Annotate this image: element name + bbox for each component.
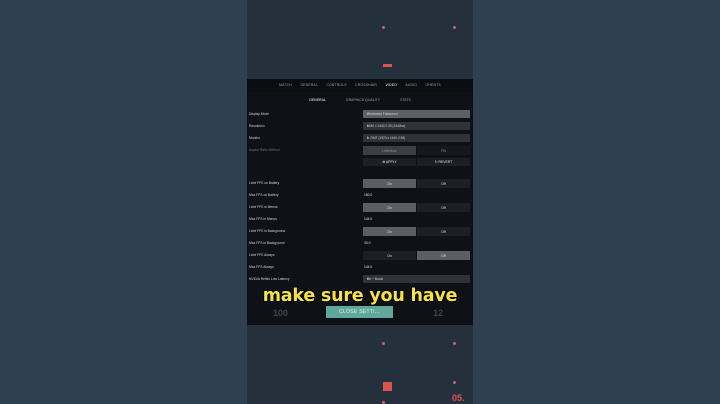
- tab-match[interactable]: MATCH: [275, 79, 296, 92]
- tab-audio[interactable]: AUDIO: [401, 79, 421, 92]
- decor-dot: [453, 26, 456, 29]
- tab-controls[interactable]: CONTROLS: [322, 79, 351, 92]
- max-fps-menus-value[interactable]: 144.0: [364, 217, 372, 221]
- apply-button[interactable]: ⊕ APPLY: [363, 157, 416, 166]
- limit-fps-battery-off[interactable]: Off: [417, 179, 470, 188]
- limit-fps-always-on[interactable]: On: [363, 251, 416, 260]
- limit-fps-menus-off[interactable]: Off: [417, 203, 470, 212]
- max-fps-battery-row: Max FPS on Battery 160.0: [247, 190, 473, 200]
- subtab-general[interactable]: GENERAL: [299, 94, 336, 106]
- limit-fps-background-off[interactable]: Off: [417, 227, 470, 236]
- decor-dot: [382, 342, 385, 345]
- limit-fps-battery-on[interactable]: On: [363, 179, 416, 188]
- display-mode-dropdown[interactable]: Windowed Fullscreen ▾: [363, 110, 470, 118]
- max-fps-always-value[interactable]: 144.0: [364, 265, 372, 269]
- close-settings-button[interactable]: CLOSE SETTI...: [326, 306, 393, 318]
- max-fps-battery-label: Max FPS on Battery: [249, 192, 279, 197]
- max-fps-always-row: Max FPS Always 144.0: [247, 262, 473, 272]
- monitor-row: Monitor 1. GMT (1920 x 1440 2:39) ▾: [247, 133, 473, 143]
- aspect-fill-option[interactable]: Fill: [417, 146, 470, 155]
- nvidia-reflex-dropdown[interactable]: On + Boost ▾: [363, 275, 470, 283]
- revert-button[interactable]: ↻ REVERT: [417, 157, 470, 166]
- sub-nav: GENERAL GRAPHICS QUALITY STATS: [247, 94, 473, 106]
- chevron-down-icon: ▾: [367, 276, 369, 281]
- left-background: [0, 0, 247, 404]
- decor-dot: [453, 342, 456, 345]
- video-caption: make sure you have: [262, 285, 458, 307]
- top-nav: MATCH GENERAL CONTROLS CROSSHAIR VIDEO A…: [247, 79, 473, 92]
- nvidia-reflex-label: NVIDIA Reflex Low Latency: [249, 276, 290, 281]
- limit-fps-battery-label: Limit FPS on Battery: [249, 180, 280, 185]
- video-frame: MATCH GENERAL CONTROLS CROSSHAIR VIDEO A…: [247, 0, 473, 404]
- display-mode-label: Display Mode: [249, 111, 269, 116]
- max-fps-battery-value[interactable]: 160.0: [364, 193, 372, 197]
- ghost-number-right: 12: [433, 308, 444, 318]
- limit-fps-always-row: Limit FPS Always On Off: [247, 250, 473, 260]
- resolution-label: Resolution: [249, 123, 265, 128]
- chevron-down-icon: ▾: [367, 135, 369, 140]
- max-fps-menus-row: Max FPS in Menus 144.0: [247, 214, 473, 224]
- tab-video[interactable]: VIDEO: [381, 79, 401, 92]
- max-fps-background-row: Max FPS in Background 30.0: [247, 238, 473, 248]
- max-fps-menus-label: Max FPS in Menus: [249, 216, 277, 221]
- limit-fps-always-off[interactable]: Off: [417, 251, 470, 260]
- aspect-ratio-label: Aspect Ratio Method: [249, 147, 280, 152]
- aspect-letterbox-option[interactable]: Letterbox: [363, 146, 416, 155]
- limit-fps-background-row: Limit FPS in Background On Off: [247, 226, 473, 236]
- limit-fps-always-label: Limit FPS Always: [249, 252, 275, 257]
- monitor-label: Monitor: [249, 135, 260, 140]
- chevron-down-icon: ▾: [367, 123, 369, 128]
- resolution-dropdown[interactable]: 1440 x 1440 2:39 (1440hz) ▾: [363, 122, 470, 130]
- display-mode-row: Display Mode Windowed Fullscreen ▾: [247, 109, 473, 119]
- limit-fps-background-label: Limit FPS in Background: [249, 228, 286, 233]
- limit-fps-menus-label: Limit FPS in Menus: [249, 204, 278, 209]
- apply-revert-row: ⊕ APPLY ↻ REVERT: [247, 157, 473, 167]
- limit-fps-menus-on[interactable]: On: [363, 203, 416, 212]
- close-settings-label: CLOSE SETTI...: [339, 309, 380, 315]
- monitor-dropdown[interactable]: 1. GMT (1920 x 1440 2:39) ▾: [363, 134, 470, 142]
- corner-number: 05.: [452, 393, 465, 403]
- limit-fps-background-on[interactable]: On: [363, 227, 416, 236]
- aspect-ratio-row: Aspect Ratio Method Letterbox Fill: [247, 145, 473, 155]
- tab-general[interactable]: GENERAL: [296, 79, 322, 92]
- resolution-row: Resolution 1440 x 1440 2:39 (1440hz) ▾: [247, 121, 473, 131]
- tab-crosshair[interactable]: CROSSHAIR: [351, 79, 381, 92]
- ghost-number-left: 100: [273, 308, 289, 318]
- right-background: [473, 0, 720, 404]
- chevron-down-icon: ▾: [367, 111, 369, 116]
- decor-marker: [383, 64, 392, 67]
- tab-ohents[interactable]: OHENTS: [421, 79, 445, 92]
- nvidia-reflex-row: NVIDIA Reflex Low Latency On + Boost ▾: [247, 274, 473, 284]
- subtab-stats[interactable]: STATS: [390, 94, 421, 106]
- decor-square: [383, 382, 392, 391]
- max-fps-background-value[interactable]: 30.0: [364, 241, 370, 245]
- subtab-graphics-quality[interactable]: GRAPHICS QUALITY: [336, 94, 390, 106]
- decor-dot: [453, 381, 456, 384]
- limit-fps-battery-row: Limit FPS on Battery On Off: [247, 178, 473, 188]
- max-fps-always-label: Max FPS Always: [249, 264, 274, 269]
- limit-fps-menus-row: Limit FPS in Menus On Off: [247, 202, 473, 212]
- decor-dot: [382, 26, 385, 29]
- max-fps-background-label: Max FPS in Background: [249, 240, 285, 245]
